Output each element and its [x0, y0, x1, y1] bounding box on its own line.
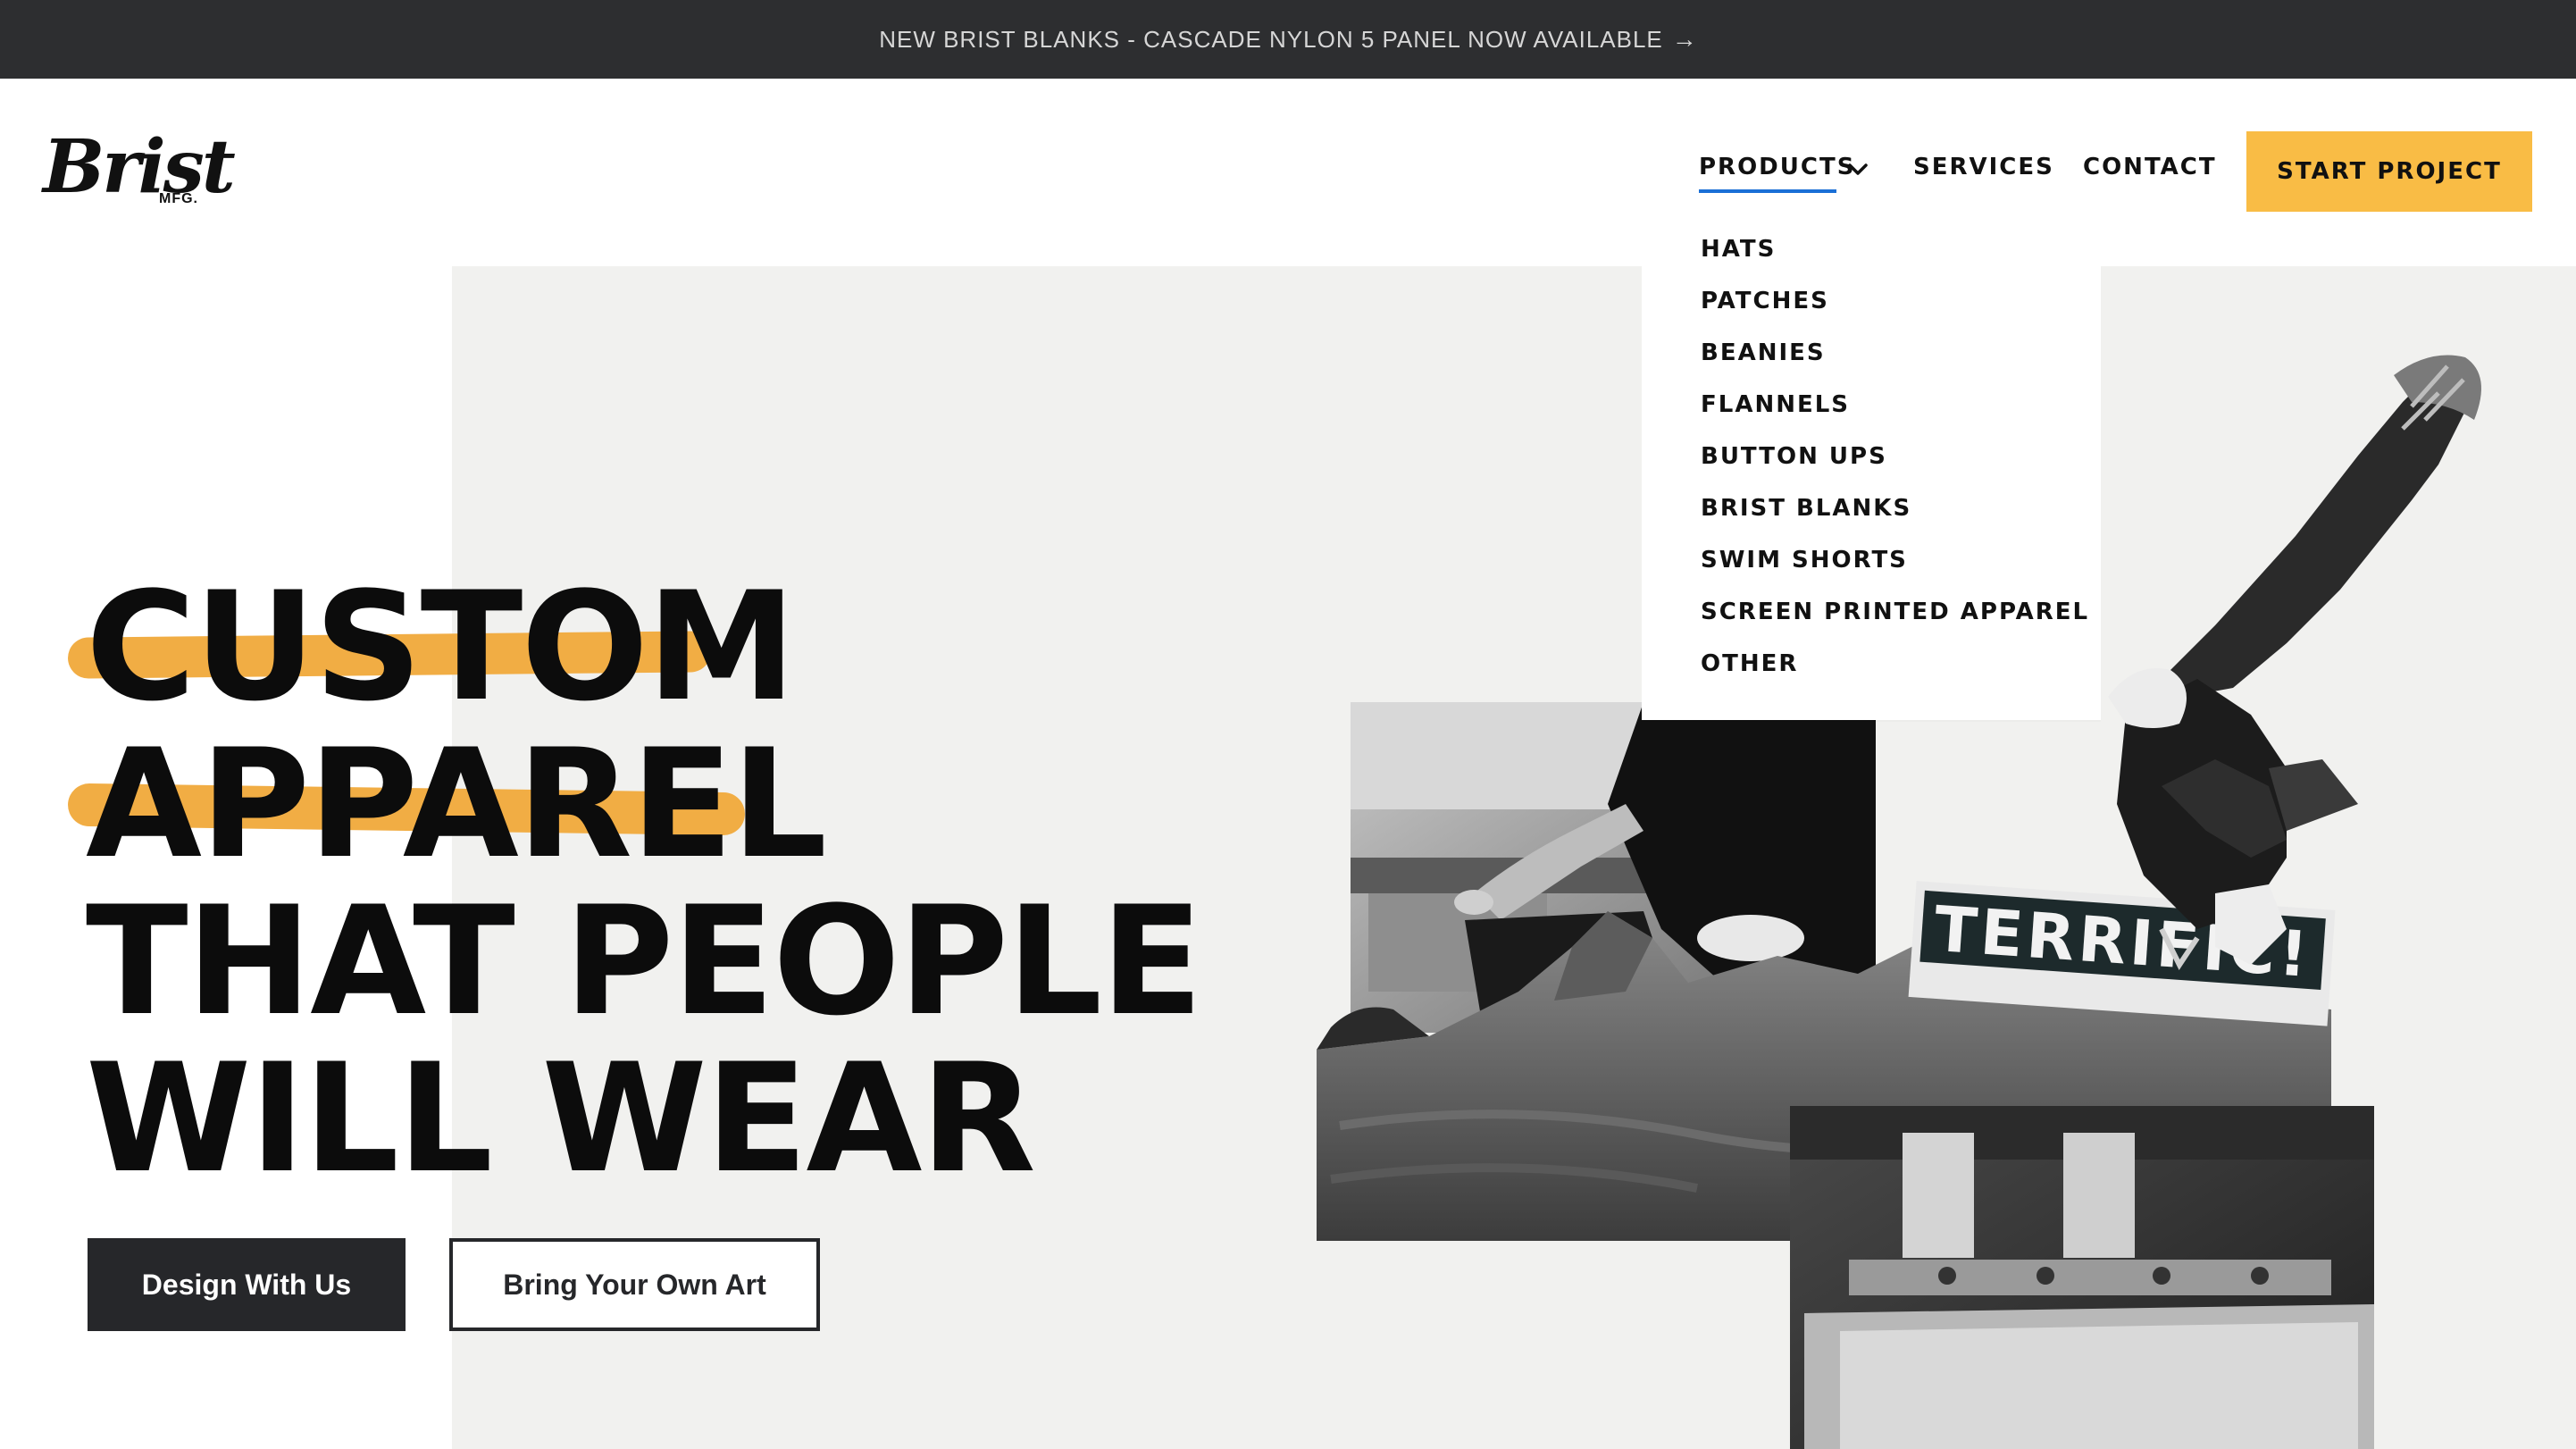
bring-your-own-art-button[interactable]: Bring Your Own Art	[449, 1238, 820, 1331]
nav-services[interactable]: SERVICES	[1913, 154, 2054, 180]
dropdown-item-flannels[interactable]: FLANNELS	[1701, 391, 1850, 418]
dropdown-item-other[interactable]: OTHER	[1701, 650, 1798, 677]
headline-line: WILL WEAR	[86, 1031, 1036, 1206]
dropdown-item-patches[interactable]: PATCHES	[1701, 288, 1829, 314]
dropdown-item-button-ups[interactable]: BUTTON UPS	[1701, 443, 1887, 470]
nav-products[interactable]: PRODUCTS	[1699, 154, 1855, 180]
dropdown-item-hats[interactable]: HATS	[1701, 236, 1776, 263]
start-project-button[interactable]: START PROJECT	[2246, 131, 2532, 212]
headline-line: CUSTOM	[86, 559, 796, 734]
brand-wordmark: Brist	[43, 124, 236, 210]
design-with-us-button[interactable]: Design With Us	[88, 1238, 406, 1331]
dropdown-item-screen-printed-apparel[interactable]: SCREEN PRINTED APPAREL	[1701, 599, 2089, 625]
chevron-down-icon[interactable]	[1847, 159, 1869, 180]
brand-logo[interactable]: Brist MFG.	[43, 130, 236, 220]
nav-contact[interactable]: CONTACT	[2083, 154, 2217, 180]
announcement-bar[interactable]: NEW BRIST BLANKS - CASCADE NYLON 5 PANEL…	[0, 0, 2576, 79]
products-dropdown: HATS PATCHES BEANIES FLANNELS BUTTON UPS…	[1642, 214, 2101, 720]
dropdown-item-beanies[interactable]: BEANIES	[1701, 339, 1826, 366]
announcement-text[interactable]: NEW BRIST BLANKS - CASCADE NYLON 5 PANEL…	[879, 26, 1663, 54]
dropdown-item-brist-blanks[interactable]: BRIST BLANKS	[1701, 495, 1911, 522]
arrow-right-icon[interactable]: →	[1672, 25, 1697, 54]
nav-active-underline	[1699, 189, 1836, 193]
brand-sub: MFG.	[159, 191, 198, 206]
dropdown-item-swim-shorts[interactable]: SWIM SHORTS	[1701, 547, 1908, 574]
headline-line: THAT PEOPLE	[86, 874, 1203, 1049]
headline-line: APPAREL	[86, 716, 827, 892]
